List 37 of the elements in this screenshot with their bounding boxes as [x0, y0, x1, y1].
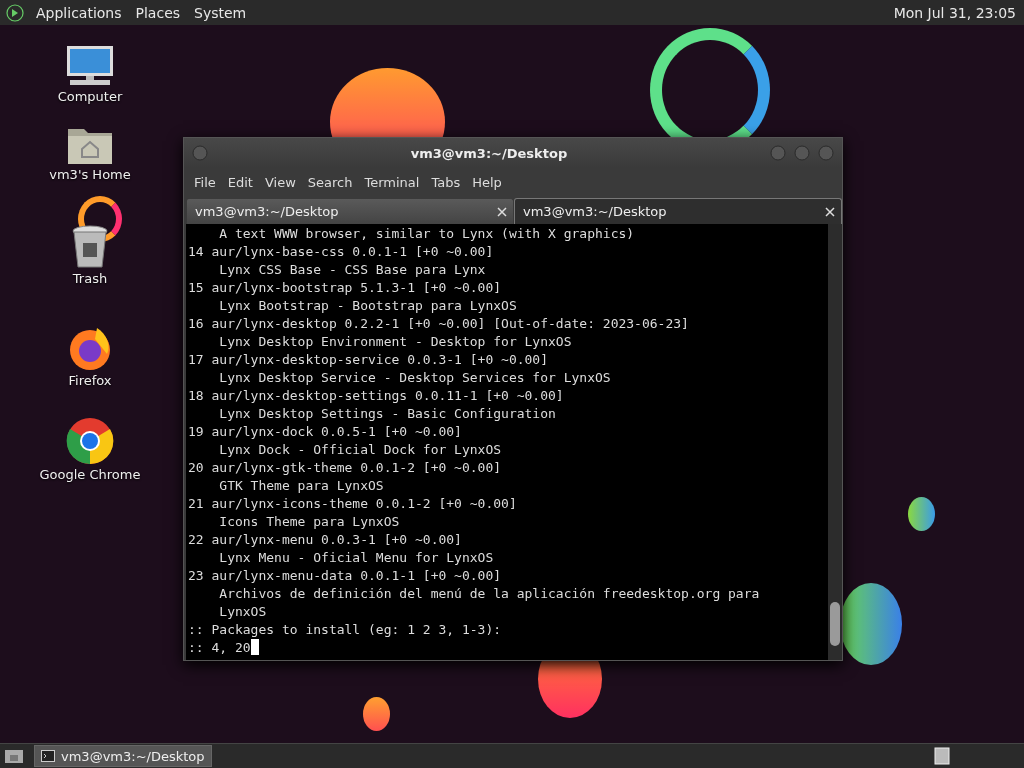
menu-item[interactable]: Search	[301, 170, 359, 194]
chrome-icon	[66, 417, 114, 465]
firefox-icon	[67, 325, 113, 371]
menu-item[interactable]: Terminal	[358, 170, 426, 194]
close-tab-icon[interactable]	[825, 206, 835, 217]
menu-item[interactable]: Edit	[221, 170, 259, 194]
scrollbar-thumb[interactable]	[830, 602, 840, 646]
panel-menu[interactable]: Applications	[34, 4, 124, 21]
close-tab-icon[interactable]	[497, 206, 507, 217]
desktop-icon-label[interactable]: Trash	[72, 271, 108, 286]
scrollbar[interactable]	[828, 224, 842, 660]
panel-menu[interactable]: System	[192, 4, 249, 21]
panel-menu[interactable]: Places	[133, 4, 183, 21]
desktop-icon-label[interactable]: vm3's Home	[49, 167, 131, 182]
taskbar-button[interactable]: vm3@vm3:~/Desktop	[34, 745, 212, 767]
tab-label: vm3@vm3:~/Desktop	[195, 204, 340, 219]
tab-label: vm3@vm3:~/Desktop	[523, 204, 668, 219]
computer-icon	[65, 45, 115, 87]
menu-item[interactable]: Tabs	[425, 170, 467, 194]
menu-item[interactable]: View	[258, 170, 302, 194]
terminal-icon	[41, 750, 55, 762]
menu-item[interactable]: File	[188, 170, 222, 194]
distro-logo-icon[interactable]	[6, 3, 24, 22]
text-cursor	[250, 639, 259, 655]
desktop-icon-label[interactable]: Firefox	[68, 373, 112, 388]
desktop-icon-label[interactable]: Computer	[57, 89, 123, 104]
terminal-tab[interactable]: vm3@vm3:~/Desktop	[186, 198, 514, 224]
terminal-output: A text WWW browser, similar to Lynx (with X graphics) 14 aur/lynx-base-css 0.0.1-1 [+0 ~0.00] Lynx CSS Base - CSS Base para Lynx 15 aur/lynx-bootstrap 5.1.3-1 [+0 ~0.00] Lynx Bootstrap - Bootstrap para LynxOS 16 aur/lynx-desktop 0.2.2-1 [+0 ~0.00] [Out-of-date: 2023-06-23] Lynx Desktop Environment - Desktop for LynxOS 17 aur/lynx-desktop-service 0.0.3-1 [+0 ~0.00] Lynx Desktop Service - Desktop Services for LynxOS 18 aur/lynx-desktop-settings 0.0.11-1 [+0 ~0.00] Lynx Desktop Settings - Basic Configuration 19 aur/lynx-dock 0.0.5-1 [+0 ~0.00] Lynx Dock - Official Dock for LynxOS 20 aur/lynx-gtk-theme 0.0.1-2 [+0 ~0.00] GTK Theme para LynxOS 21 aur/lynx-icons-theme 0.0.1-2 [+0 ~0.00] Icons Theme para LynxOS 22 aur/lynx-menu 0.0.3-1 [+0 ~0.00] Lynx Menu - Oficial Menu for LynxOS 23 aur/lynx-menu-data 0.0.1-1 [+0 ~0.00] Archivos de definición del menú de la aplicación freedesktop.org para LynxOS :: Packages to install (eg: 1 2 3, 1-3): :: 4, 20	[187, 225, 761, 657]
terminal-tab[interactable]: vm3@vm3:~/Desktop	[514, 198, 842, 224]
wallpaper-blob	[908, 497, 935, 531]
menu-item[interactable]: Help	[466, 170, 508, 194]
wallpaper-blob	[363, 697, 390, 731]
show-desktop-icon[interactable]	[4, 747, 24, 765]
clock[interactable]: Mon Jul 31, 23:05	[891, 4, 1018, 21]
trash-icon	[71, 225, 109, 269]
desktop-icon-label[interactable]: Google Chrome	[39, 467, 141, 482]
window-title: vm3@vm3:~/Desktop	[409, 145, 569, 161]
